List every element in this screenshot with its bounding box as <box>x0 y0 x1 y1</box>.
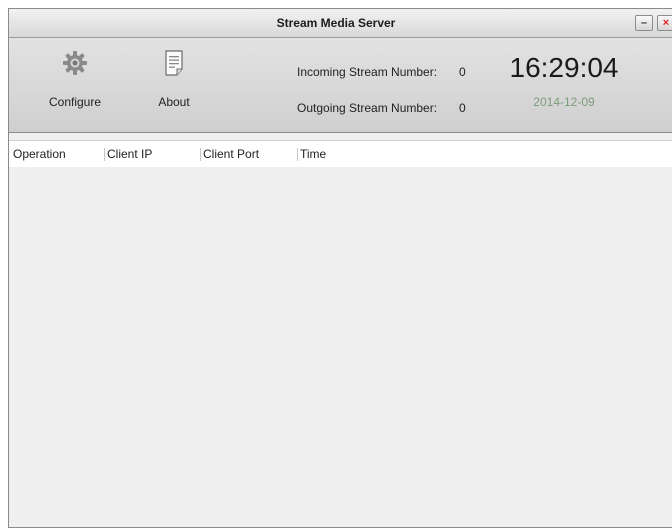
document-icon <box>165 50 183 76</box>
about-button[interactable]: About <box>134 50 214 109</box>
outgoing-stream-label: Outgoing Stream Number: <box>297 101 438 115</box>
configure-button[interactable]: Configure <box>35 50 115 109</box>
close-button[interactable]: × <box>657 15 672 31</box>
toolbar: Configure About Incoming Stream Number: … <box>9 38 672 133</box>
outgoing-stream-value: 0 <box>459 101 466 115</box>
table-body[interactable] <box>9 167 672 527</box>
minimize-button[interactable]: – <box>635 15 653 31</box>
title-bar[interactable]: Stream Media Server – × <box>9 9 672 38</box>
configure-label: Configure <box>48 95 102 109</box>
column-header-client-ip[interactable]: Client IP <box>103 141 152 167</box>
about-label: About <box>158 95 190 109</box>
window-title: Stream Media Server <box>276 16 396 30</box>
column-header-time[interactable]: Time <box>296 141 326 167</box>
incoming-stream-value: 0 <box>459 65 466 79</box>
gear-icon <box>63 51 87 75</box>
clock-time: 16:29:04 <box>509 52 619 83</box>
main-window: Stream Media Server – × Configure About … <box>8 8 672 528</box>
column-header-operation[interactable]: Operation <box>13 141 66 167</box>
table-header: Operation Client IP Client Port Time <box>9 140 672 168</box>
column-header-client-port[interactable]: Client Port <box>199 141 259 167</box>
incoming-stream-label: Incoming Stream Number: <box>297 65 438 79</box>
clock-date: 2014-12-09 <box>533 95 595 109</box>
